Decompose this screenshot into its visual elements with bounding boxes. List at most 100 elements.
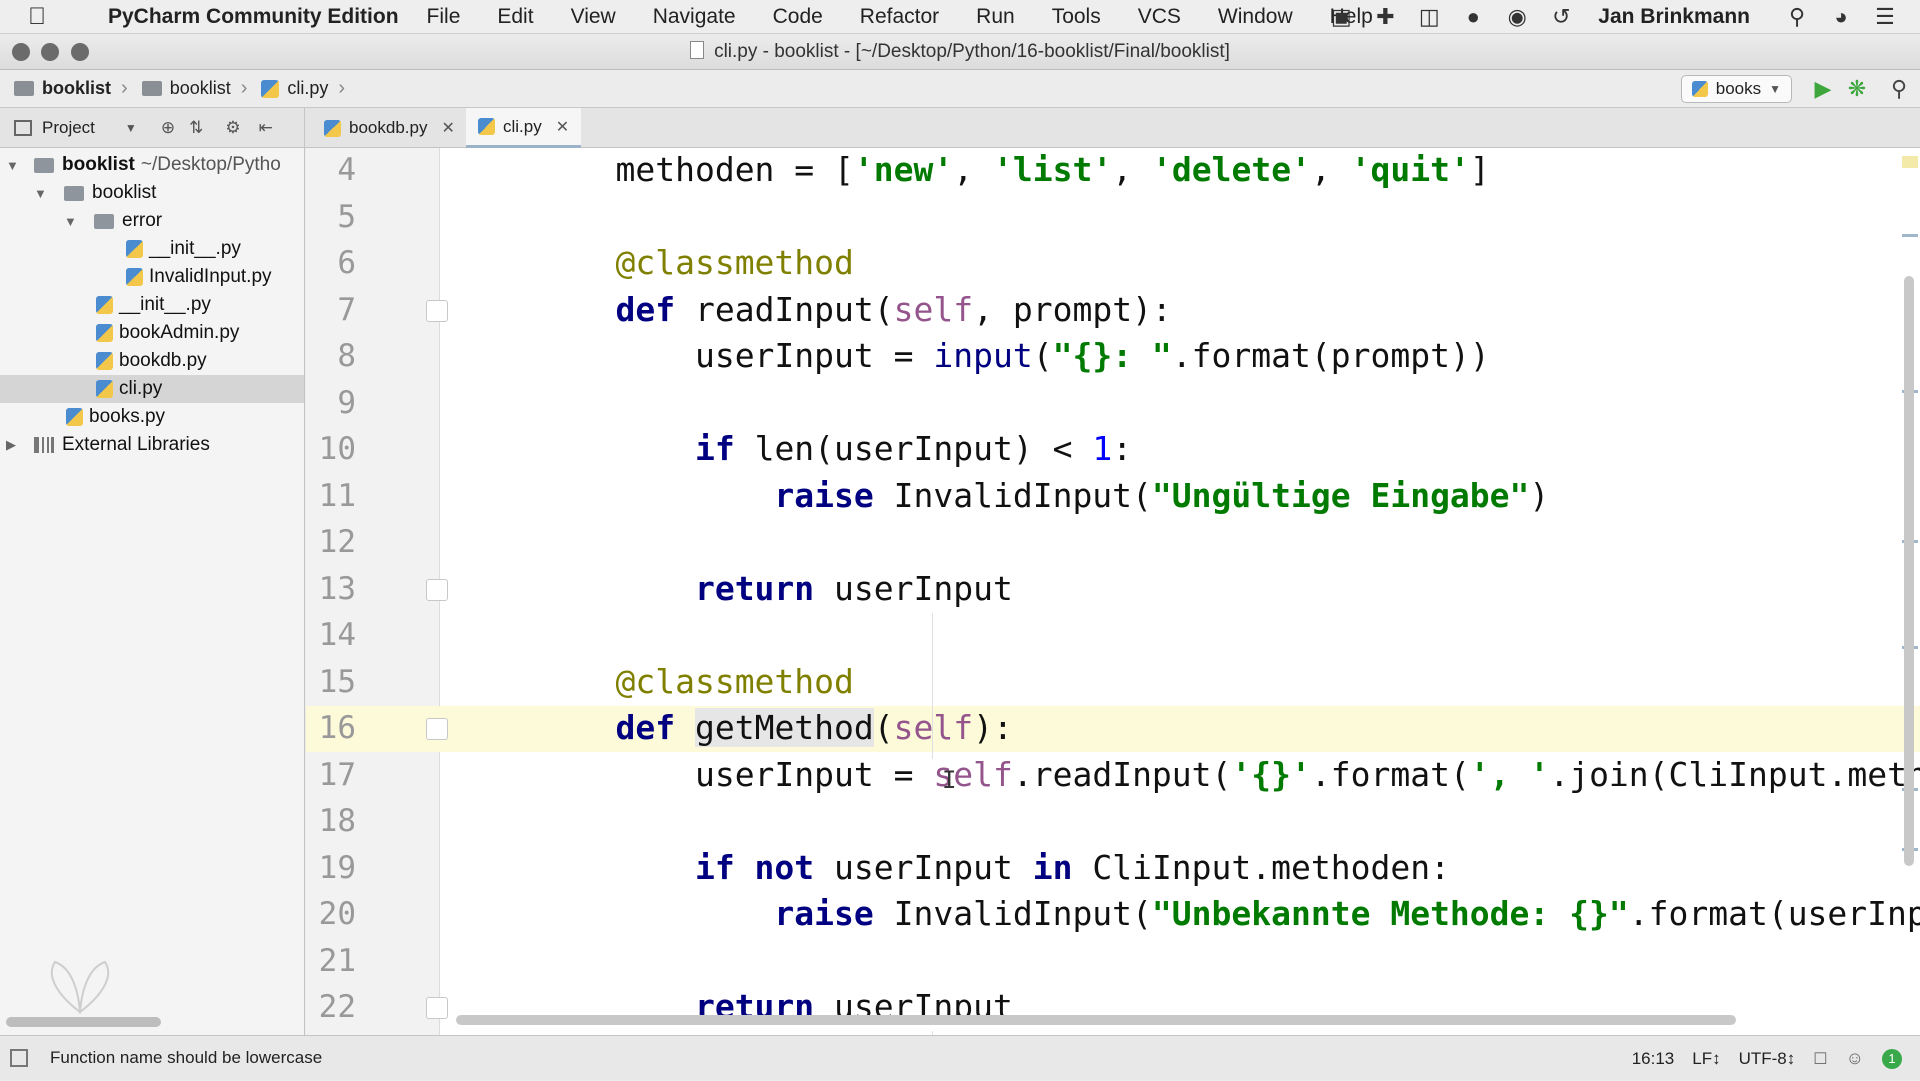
sidebar-horizontal-scrollbar[interactable] <box>6 1017 161 1027</box>
breadcrumb-item-project[interactable]: booklist › <box>14 77 128 100</box>
code-line[interactable]: 4 methoden = ['new', 'list', 'delete', '… <box>306 148 1920 194</box>
menu-edit[interactable]: Edit <box>497 5 533 29</box>
code-text[interactable]: userInput = input("{}: ".format(prompt)) <box>536 336 1490 375</box>
leaf-icon[interactable]: ● <box>1458 4 1488 29</box>
line-number[interactable]: 6 <box>306 245 356 281</box>
tree-item-bookdb[interactable]: bookdb.py <box>0 347 304 375</box>
code-line[interactable]: 21 <box>306 939 1920 985</box>
app-name-menu[interactable]: PyCharm Community Edition <box>108 5 399 29</box>
code-text[interactable]: raise InvalidInput("Unbekannte Methode: … <box>536 894 1920 933</box>
line-number[interactable]: 20 <box>306 896 356 932</box>
code-line[interactable]: 20 raise InvalidInput("Unbekannte Method… <box>306 892 1920 938</box>
hide-panel-icon[interactable]: ⇤ <box>259 118 273 138</box>
tree-item-bookadmin[interactable]: bookAdmin.py <box>0 319 304 347</box>
line-number[interactable]: 19 <box>306 850 356 886</box>
code-line[interactable]: 16 def getMethod(self): <box>306 706 1920 752</box>
breadcrumb-item-file[interactable]: cli.py › <box>261 77 345 100</box>
code-line[interactable]: 5 <box>306 195 1920 241</box>
close-icon[interactable]: ✕ <box>441 118 454 138</box>
gear-icon[interactable]: ⚙ <box>225 118 240 138</box>
menu-tools[interactable]: Tools <box>1052 5 1101 29</box>
fold-marker-icon[interactable] <box>426 578 448 601</box>
line-number[interactable]: 10 <box>306 431 356 467</box>
apple-icon[interactable]:  <box>28 3 68 31</box>
code-text[interactable]: return userInput <box>536 569 1013 608</box>
line-number[interactable]: 22 <box>306 989 356 1025</box>
camera-icon[interactable]: ◫ <box>1414 4 1444 29</box>
line-number[interactable]: 9 <box>306 385 356 421</box>
expand-triangle-icon[interactable]: ▼ <box>34 186 50 201</box>
time-machine-icon[interactable]: ↺ <box>1546 4 1576 29</box>
fold-marker-icon[interactable] <box>426 997 448 1019</box>
run-button[interactable]: ▶ <box>1806 72 1840 106</box>
code-line[interactable]: 8 userInput = input("{}: ".format(prompt… <box>306 334 1920 380</box>
menu-navigate[interactable]: Navigate <box>653 5 736 29</box>
notification-center-icon[interactable]: ☰ <box>1870 4 1900 29</box>
code-line[interactable]: 7 def readInput(self, prompt): <box>306 288 1920 334</box>
code-text[interactable]: @classmethod <box>536 243 853 282</box>
code-line[interactable]: 15 @classmethod <box>306 660 1920 706</box>
project-panel-label[interactable]: Project <box>42 118 95 138</box>
collapsed-triangle-icon[interactable]: ▶ <box>6 437 22 453</box>
chat-bubble-icon[interactable]: ◉ <box>1502 4 1532 29</box>
line-number[interactable]: 11 <box>306 478 356 514</box>
line-number[interactable]: 13 <box>306 571 356 607</box>
editor-horizontal-scrollbar[interactable] <box>456 1015 1736 1025</box>
screen-recorder-icon[interactable]: ▣ <box>1326 4 1356 29</box>
search-everywhere-icon[interactable]: ⚲ <box>1882 72 1916 106</box>
code-line[interactable]: 14 <box>306 613 1920 659</box>
code-line[interactable]: 18 <box>306 799 1920 845</box>
inspector-icon[interactable]: ☺ <box>1846 1048 1864 1069</box>
line-number[interactable]: 8 <box>306 338 356 374</box>
menu-refactor[interactable]: Refactor <box>860 5 939 29</box>
locate-file-icon[interactable]: ⊕ <box>161 118 175 138</box>
menu-window[interactable]: Window <box>1218 5 1293 29</box>
toggle-tool-windows-icon[interactable] <box>10 1049 28 1067</box>
code-editor[interactable]: 4 methoden = ['new', 'list', 'delete', '… <box>306 148 1920 1035</box>
expand-triangle-icon[interactable]: ▼ <box>6 158 22 173</box>
collapse-all-icon[interactable]: ⇅ <box>189 118 203 138</box>
line-number[interactable]: 7 <box>306 292 356 328</box>
fold-marker-icon[interactable] <box>426 299 448 322</box>
line-number[interactable]: 16 <box>306 710 356 746</box>
file-status-marker[interactable] <box>1902 156 1918 168</box>
code-line[interactable]: 19 if not userInput in CliInput.methoden… <box>306 846 1920 892</box>
line-number[interactable]: 21 <box>306 943 356 979</box>
line-number[interactable]: 5 <box>306 199 356 235</box>
code-line[interactable]: 17 userInput = self.readInput('{}'.forma… <box>306 753 1920 799</box>
menu-code[interactable]: Code <box>773 5 823 29</box>
lock-icon[interactable]: ☐ <box>1813 1049 1827 1069</box>
code-line[interactable]: 9 <box>306 381 1920 427</box>
fold-marker-icon[interactable] <box>426 718 448 740</box>
tree-item-booklist-init[interactable]: __init__.py <box>0 291 304 319</box>
breadcrumb-item-package[interactable]: booklist › <box>141 77 247 100</box>
warning-marker[interactable] <box>1902 234 1918 237</box>
code-text[interactable]: @classmethod <box>536 662 853 701</box>
code-text[interactable]: def readInput(self, prompt): <box>536 290 1171 329</box>
caret-position[interactable]: 16:13 <box>1632 1049 1675 1069</box>
code-line[interactable]: 10 if len(userInput) < 1: <box>306 427 1920 473</box>
menubar-username[interactable]: Jan Brinkmann <box>1598 5 1750 29</box>
siri-icon[interactable]: ◕ <box>1826 4 1856 29</box>
debug-button[interactable]: ❋ <box>1840 72 1874 106</box>
line-number[interactable]: 18 <box>306 803 356 839</box>
code-line[interactable]: 6 @classmethod <box>306 241 1920 287</box>
menu-view[interactable]: View <box>571 5 616 29</box>
tree-item-external-libraries[interactable]: ▶ External Libraries <box>0 431 304 459</box>
tree-item-booklist-root[interactable]: ▼ booklist ~/Desktop/Pytho <box>0 151 304 179</box>
tab-bookdb[interactable]: bookdb.py ✕ <box>312 108 467 148</box>
tree-item-error-init[interactable]: __init__.py <box>0 235 304 263</box>
code-text[interactable]: if not userInput in CliInput.methoden: <box>536 848 1450 887</box>
code-line[interactable]: 13 return userInput <box>306 567 1920 613</box>
editor-vertical-scrollbar[interactable] <box>1904 276 1914 866</box>
code-line[interactable]: 12 <box>306 520 1920 566</box>
tree-item-booklist-package[interactable]: ▼ booklist <box>0 179 304 207</box>
tab-cli[interactable]: cli.py ✕ <box>466 108 582 148</box>
line-number[interactable]: 12 <box>306 524 356 560</box>
line-number[interactable]: 17 <box>306 757 356 793</box>
expand-triangle-icon[interactable]: ▼ <box>64 214 80 229</box>
plus-cross-icon[interactable]: ✚ <box>1370 4 1400 29</box>
tree-item-invalidinput[interactable]: InvalidInput.py <box>0 263 304 291</box>
code-text[interactable]: if len(userInput) < 1: <box>536 429 1132 468</box>
code-text[interactable]: def getMethod(self): <box>536 708 1013 747</box>
